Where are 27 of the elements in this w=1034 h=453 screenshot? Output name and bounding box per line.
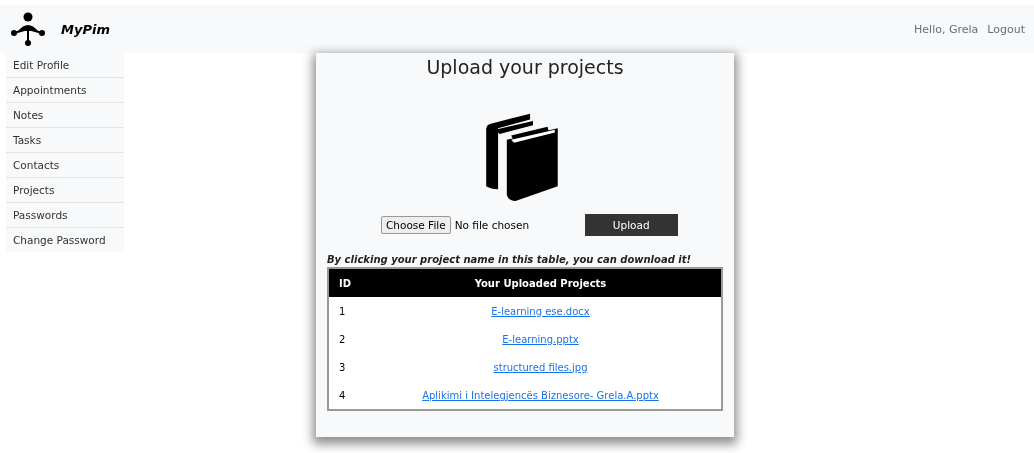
sidebar-item[interactable]: Notes <box>6 103 124 128</box>
sidebar-item[interactable]: Change Password <box>6 228 124 252</box>
project-link[interactable]: Aplikimi i Intelegjencës Biznesore- Grela.A.pptx <box>422 389 659 401</box>
sidebar-item[interactable]: Passwords <box>6 203 124 228</box>
choose-file-button[interactable]: Choose File <box>381 216 451 234</box>
page-title: Upload your projects <box>426 56 624 78</box>
table-cell: 1 <box>339 305 346 317</box>
logout-link[interactable]: Logout <box>987 22 1025 36</box>
table-cell: 2 <box>339 333 346 345</box>
sidebar-item[interactable]: Edit Profile <box>6 53 124 78</box>
upload-button[interactable]: Upload <box>584 214 678 236</box>
sidebar-item[interactable]: Tasks <box>6 128 124 153</box>
table-cell: 4 <box>339 389 346 401</box>
project-link[interactable]: E-learning ese.docx <box>491 305 590 317</box>
brand-name[interactable]: MyPim <box>61 21 110 37</box>
column-header: Your Uploaded Projects <box>360 268 722 297</box>
sidebar-item[interactable]: Projects <box>6 178 124 203</box>
person-network-icon[interactable] <box>10 11 46 47</box>
table-hint: By clicking your project name in this table, you can download it! <box>327 254 693 265</box>
project-link[interactable]: E-learning.pptx <box>502 333 579 345</box>
table-cell: 3 <box>339 361 346 373</box>
file-status: No file chosen <box>454 219 531 231</box>
project-link[interactable]: structured files.jpg <box>493 361 588 373</box>
column-header: ID <box>328 268 360 297</box>
greeting: Hello, Grela <box>914 22 979 36</box>
sidebar-item[interactable]: Appointments <box>6 78 124 103</box>
sidebar-item[interactable]: Contacts <box>6 153 124 178</box>
